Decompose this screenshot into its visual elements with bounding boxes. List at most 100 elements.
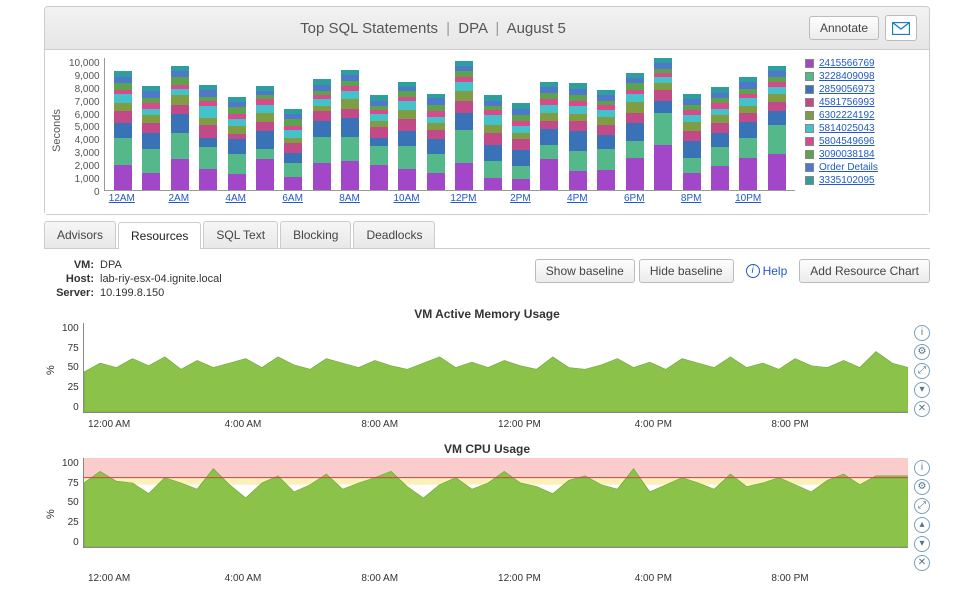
legend-link[interactable]: 5804549696 (819, 136, 875, 147)
bar-column[interactable] (679, 58, 703, 190)
expand-icon[interactable]: ⤢ (914, 363, 930, 379)
tab-advisors[interactable]: Advisors (44, 221, 116, 248)
bar-column[interactable] (338, 58, 362, 190)
bar-column[interactable] (111, 58, 135, 190)
xaxis-hour-link[interactable]: 10AM (393, 193, 419, 204)
resources-panel: VM: DPA Host: lab-riy-esx-04.ignite.loca… (44, 259, 930, 584)
vm-memory-xaxis: 12:00 AM4:00 AM8:00 AM12:00 PM4:00 PM8:0… (88, 417, 908, 430)
help-link[interactable]: i Help (746, 264, 788, 278)
bar-column[interactable] (537, 58, 561, 190)
legend-item[interactable]: 3335102095 (805, 175, 917, 186)
info-icon[interactable]: i (914, 460, 930, 476)
title-date: August 5 (507, 20, 566, 37)
close-icon[interactable]: ✕ (914, 555, 930, 571)
close-icon[interactable]: ✕ (914, 401, 930, 417)
legend-link[interactable]: 4581756993 (819, 97, 875, 108)
legend-item[interactable]: 2859056973 (805, 84, 917, 95)
bar-column[interactable] (480, 58, 504, 190)
info-bar: VM: DPA Host: lab-riy-esx-04.ignite.loca… (44, 259, 930, 299)
gear-icon[interactable]: ⚙ (914, 344, 930, 360)
bar-column[interactable] (395, 58, 419, 190)
bar-column[interactable] (651, 58, 675, 190)
xaxis-hour-link[interactable]: 4AM (225, 193, 246, 204)
legend-link[interactable]: 3228409098 (819, 71, 875, 82)
vm-memory-yaxis: 1007550250 (58, 323, 83, 413)
legend-item[interactable]: 3090038184 (805, 149, 917, 160)
legend-item[interactable]: 5814025043 (805, 123, 917, 134)
server-label: Server: (44, 287, 94, 299)
legend-item[interactable]: 4581756993 (805, 97, 917, 108)
vm-cpu-ylabel: % (44, 458, 58, 571)
bar-column[interactable] (253, 58, 277, 190)
tab-sqltext[interactable]: SQL Text (203, 221, 278, 248)
legend-link[interactable]: Order Details (819, 162, 878, 173)
chevron-up-icon[interactable]: ▴ (914, 517, 930, 533)
legend-link[interactable]: 5814025043 (819, 123, 875, 134)
chevron-down-icon[interactable]: ▾ (914, 382, 930, 398)
xaxis-hour-link[interactable]: 12AM (109, 193, 135, 204)
bar-column[interactable] (594, 58, 618, 190)
xaxis-hour-link[interactable]: 6PM (624, 193, 645, 204)
legend-item[interactable]: 3228409098 (805, 71, 917, 82)
legend-link[interactable]: 6302224192 (819, 110, 875, 121)
hide-baseline-button[interactable]: Hide baseline (639, 259, 734, 283)
panel-header: Top SQL Statements | DPA | August 5 Anno… (45, 7, 929, 50)
bar-column[interactable] (622, 58, 646, 190)
legend-swatch (805, 59, 814, 68)
legend-item[interactable]: Order Details (805, 162, 917, 173)
xaxis-hour-link[interactable]: 4PM (567, 193, 588, 204)
bar-column[interactable] (310, 58, 334, 190)
annotate-button[interactable]: Annotate (809, 16, 879, 40)
info-icon[interactable]: i (914, 325, 930, 341)
show-baseline-button[interactable]: Show baseline (535, 259, 635, 283)
vm-memory-chart: VM Active Memory Usage % 1007550250 i ⚙ … (44, 307, 930, 430)
xaxis-hour-link[interactable]: 2PM (510, 193, 531, 204)
xaxis-hour-link[interactable]: 8PM (681, 193, 702, 204)
legend-link[interactable]: 2415566769 (819, 58, 875, 69)
legend-link[interactable]: 3335102095 (819, 175, 875, 186)
legend-swatch (805, 85, 814, 94)
email-button[interactable] (885, 15, 917, 41)
bar-column[interactable] (736, 58, 760, 190)
vm-cpu-chart: VM CPU Usage % 1007550250 i ⚙ ⤢ ▴ ▾ ✕ 12… (44, 442, 930, 584)
bar-column[interactable] (566, 58, 590, 190)
tab-bar: Advisors Resources SQL Text Blocking Dea… (44, 221, 930, 249)
tab-resources[interactable]: Resources (118, 222, 201, 249)
help-label: Help (763, 264, 788, 278)
chevron-down-icon[interactable]: ▾ (914, 536, 930, 552)
xaxis-hour-link[interactable]: 10PM (735, 193, 761, 204)
xaxis-hour-link[interactable]: 8AM (339, 193, 360, 204)
legend-link[interactable]: 2859056973 (819, 84, 875, 95)
bar-column[interactable] (224, 58, 248, 190)
xaxis-hour-link[interactable]: 2AM (168, 193, 189, 204)
legend-item[interactable]: 5804549696 (805, 136, 917, 147)
legend-link[interactable]: 3090038184 (819, 149, 875, 160)
legend-item[interactable]: 6302224192 (805, 110, 917, 121)
bar-column[interactable] (509, 58, 533, 190)
bar-column[interactable] (196, 58, 220, 190)
vm-cpu-xaxis: 12:00 AM4:00 AM8:00 AM12:00 PM4:00 PM8:0… (88, 571, 908, 584)
bar-column[interactable] (708, 58, 732, 190)
gear-icon[interactable]: ⚙ (914, 479, 930, 495)
xaxis-hour-link[interactable]: 6AM (282, 193, 303, 204)
tab-deadlocks[interactable]: Deadlocks (353, 221, 435, 248)
tab-blocking[interactable]: Blocking (280, 221, 351, 248)
chart-legend: 2415566769 3228409098 2859056973 4581756993… (795, 58, 917, 204)
vm-cpu-title: VM CPU Usage (44, 442, 930, 456)
expand-icon[interactable]: ⤢ (914, 498, 930, 514)
xaxis-hour-link[interactable]: 12PM (450, 193, 476, 204)
bar-column[interactable] (139, 58, 163, 190)
bar-column[interactable] (367, 58, 391, 190)
resource-toolbar: Show baseline Hide baseline i Help Add R… (535, 259, 930, 283)
bar-column[interactable] (452, 58, 476, 190)
vm-memory-title: VM Active Memory Usage (44, 307, 930, 321)
bar-column[interactable] (167, 58, 191, 190)
host-value: lab-riy-esx-04.ignite.local (100, 273, 222, 285)
bar-column[interactable] (423, 58, 447, 190)
bar-column[interactable] (765, 58, 789, 190)
add-resource-chart-button[interactable]: Add Resource Chart (799, 259, 930, 283)
bar-column[interactable] (281, 58, 305, 190)
legend-item[interactable]: 2415566769 (805, 58, 917, 69)
server-value: 10.199.8.150 (100, 287, 222, 299)
chart-plot-area (104, 58, 795, 191)
